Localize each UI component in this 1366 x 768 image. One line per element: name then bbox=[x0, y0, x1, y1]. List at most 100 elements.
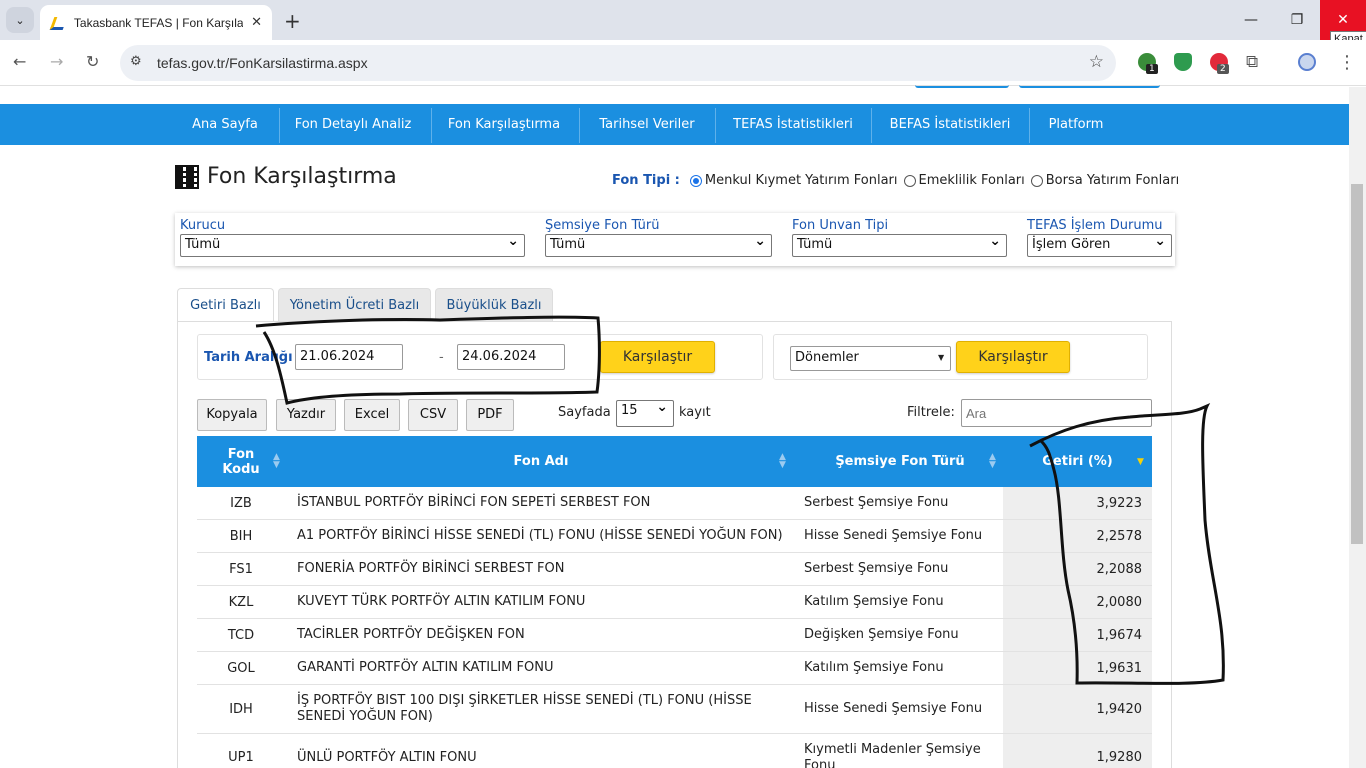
tab-buyukluk-bazli[interactable]: Büyüklük Bazlı bbox=[435, 288, 553, 321]
radio-borsa[interactable]: Borsa Yatırım Fonları bbox=[1030, 173, 1179, 188]
fund-type: Katılım Şemsiye Fonu bbox=[804, 594, 944, 609]
filter-islem-durumu: TEFAS İşlem Durumu İşlem Gören bbox=[1027, 218, 1172, 257]
period-select[interactable]: Dönemler bbox=[790, 346, 951, 371]
table-row[interactable]: IZB İSTANBUL PORTFÖY BİRİNCİ FON SEPETİ … bbox=[197, 487, 1152, 520]
sort-icon: ▲ ▼ bbox=[989, 452, 996, 470]
dropdown-arrow-icon: ▼ bbox=[938, 353, 945, 362]
shield-extension-icon[interactable] bbox=[1174, 53, 1192, 71]
browser-toolbar: ← → ↻ ⚙ tefas.gov.tr/FonKarsilastirma.as… bbox=[0, 40, 1366, 86]
date-separator: - bbox=[439, 350, 444, 365]
radio-emeklilik[interactable]: Emeklilik Fonları bbox=[903, 173, 1025, 188]
radio-unchecked-icon[interactable] bbox=[1030, 174, 1043, 187]
browser-menu-icon[interactable]: ⋮ bbox=[1338, 52, 1356, 73]
kurucu-select[interactable]: Tümü bbox=[180, 233, 525, 257]
excel-button[interactable]: Excel bbox=[344, 399, 400, 431]
fund-return: 2,2578 bbox=[1003, 520, 1152, 552]
page-scrollbar[interactable] bbox=[1349, 87, 1366, 768]
table-row[interactable]: FS1 FONERİA PORTFÖY BİRİNCİ SERBEST FON … bbox=[197, 553, 1152, 586]
fund-name[interactable]: ÜNLÜ PORTFÖY ALTIN FONU bbox=[297, 750, 797, 766]
table-row[interactable]: IDH İŞ PORTFÖY BIST 100 DIŞI ŞİRKETLER H… bbox=[197, 685, 1152, 734]
extensions-puzzle-icon[interactable]: ⧉ bbox=[1246, 52, 1258, 72]
nav-fon-detayli-analiz[interactable]: Fon Detaylı Analiz bbox=[280, 104, 426, 145]
per-page-select[interactable]: 15 bbox=[616, 399, 674, 427]
fund-name[interactable]: İŞ PORTFÖY BIST 100 DIŞI ŞİRKETLER HİSSE… bbox=[297, 693, 777, 725]
fon-tipi-label: Fon Tipi : bbox=[612, 173, 680, 188]
fund-name[interactable]: KUVEYT TÜRK PORTFÖY ALTIN KATILIM FONU bbox=[297, 594, 797, 610]
forward-arrow-icon[interactable]: → bbox=[50, 52, 63, 71]
sort-icon: ▲ ▼ bbox=[273, 452, 280, 470]
fund-return: 1,9631 bbox=[1003, 652, 1152, 684]
nav-platform[interactable]: Platform bbox=[1030, 104, 1122, 145]
radio-label: Menkul Kıymet Yatırım Fonları bbox=[704, 173, 898, 188]
table-row[interactable]: KZL KUVEYT TÜRK PORTFÖY ALTIN KATILIM FO… bbox=[197, 586, 1152, 619]
table-row[interactable]: TCD TACİRLER PORTFÖY DEĞİŞKEN FON Değişk… bbox=[197, 619, 1152, 652]
copy-button[interactable]: Kopyala bbox=[197, 399, 267, 431]
table-row[interactable]: UP1 ÜNLÜ PORTFÖY ALTIN FONU Kıymetli Mad… bbox=[197, 734, 1152, 768]
tab-yonetim-ucreti-bazli[interactable]: Yönetim Ücreti Bazlı bbox=[278, 288, 431, 321]
back-arrow-icon[interactable]: ← bbox=[13, 52, 26, 71]
fund-code: BIH bbox=[229, 529, 253, 544]
radio-checked-icon[interactable] bbox=[689, 174, 702, 187]
fund-type: Hisse Senedi Şemsiye Fonu bbox=[804, 701, 983, 716]
fund-name[interactable]: FONERİA PORTFÖY BİRİNCİ SERBEST FON bbox=[297, 561, 797, 577]
fund-name[interactable]: A1 PORTFÖY BİRİNCİ HİSSE SENEDİ (TL) FON… bbox=[297, 528, 797, 544]
islem-durumu-select[interactable]: İşlem Gören bbox=[1027, 233, 1172, 257]
col-getiri[interactable]: Getiri (%) ▼ bbox=[1003, 436, 1152, 487]
col-semsiye[interactable]: Şemsiye Fon Türü ▲ ▼ bbox=[797, 436, 1003, 487]
csv-button[interactable]: CSV bbox=[408, 399, 458, 431]
nav-befas-istatistikleri[interactable]: BEFAS İstatistikleri bbox=[872, 104, 1028, 145]
reload-icon[interactable]: ↻ bbox=[86, 52, 99, 71]
site-info-icon[interactable]: ⚙ bbox=[130, 54, 142, 69]
table-row[interactable]: GOL GARANTİ PORTFÖY ALTIN KATILIM FONU K… bbox=[197, 652, 1152, 685]
compare-button[interactable]: Karşılaştır bbox=[600, 341, 715, 373]
start-date-input[interactable]: 21.06.2024 bbox=[295, 344, 403, 370]
tab-getiri-bazli[interactable]: Getiri Bazlı bbox=[177, 288, 274, 322]
page-title: Fon Karşılaştırma bbox=[207, 164, 397, 189]
fund-name[interactable]: İSTANBUL PORTFÖY BİRİNCİ FON SEPETİ SERB… bbox=[297, 495, 797, 511]
scrollbar-thumb[interactable] bbox=[1351, 184, 1363, 544]
profile-avatar-icon[interactable] bbox=[1298, 53, 1316, 71]
radio-unchecked-icon[interactable] bbox=[903, 174, 916, 187]
browser-tab[interactable]: Takasbank TEFAS | Fon Karşılaştı ✕ bbox=[40, 5, 272, 40]
table-row[interactable]: BIH A1 PORTFÖY BİRİNCİ HİSSE SENEDİ (TL)… bbox=[197, 520, 1152, 553]
fund-code: KZL bbox=[228, 595, 254, 610]
sort-desc-icon: ▼ bbox=[1137, 457, 1144, 467]
filter-kurucu: Kurucu Tümü bbox=[180, 218, 525, 257]
end-date-input[interactable]: 24.06.2024 bbox=[457, 344, 565, 370]
filter-label: Fon Unvan Tipi bbox=[792, 218, 889, 233]
new-tab-plus-icon[interactable]: + bbox=[284, 9, 301, 33]
bookmark-star-icon[interactable]: ☆ bbox=[1089, 52, 1104, 72]
fund-code: TCD bbox=[227, 628, 255, 643]
tab-search-chevron-down-icon[interactable]: ⌄ bbox=[6, 7, 34, 33]
nav-tefas-istatistikleri[interactable]: TEFAS İstatistikleri bbox=[716, 104, 870, 145]
fund-name[interactable]: GARANTİ PORTFÖY ALTIN KATILIM FONU bbox=[297, 660, 797, 676]
filter-label: Şemsiye Fon Türü bbox=[545, 218, 660, 233]
print-button[interactable]: Yazdır bbox=[276, 399, 336, 431]
col-label: Şemsiye Fon Türü bbox=[835, 454, 965, 469]
nav-tarihsel-veriler[interactable]: Tarihsel Veriler bbox=[580, 104, 714, 145]
address-bar[interactable]: ⚙ tefas.gov.tr/FonKarsilastirma.aspx ☆ bbox=[120, 45, 1116, 81]
window-restore-icon[interactable]: ❐ bbox=[1274, 0, 1320, 40]
col-fon-adi[interactable]: Fon Adı ▲ ▼ bbox=[285, 436, 797, 487]
filter-label: Filtrele: bbox=[907, 405, 955, 420]
fund-name[interactable]: TACİRLER PORTFÖY DEĞİŞKEN FON bbox=[297, 627, 797, 643]
fund-return: 1,9674 bbox=[1003, 619, 1152, 651]
nav-fon-karsilastirma[interactable]: Fon Karşılaştırma bbox=[432, 104, 576, 145]
search-input[interactable] bbox=[961, 399, 1152, 427]
extension-badge: 1 bbox=[1146, 64, 1158, 74]
period-compare-button[interactable]: Karşılaştır bbox=[956, 341, 1070, 373]
radio-menkul[interactable]: Menkul Kıymet Yatırım Fonları bbox=[689, 173, 898, 188]
pdf-button[interactable]: PDF bbox=[466, 399, 514, 431]
per-page-suffix: kayıt bbox=[679, 405, 711, 420]
nav-ana-sayfa[interactable]: Ana Sayfa bbox=[180, 104, 270, 145]
fon-tipi-group: Fon Tipi : Menkul Kıymet Yatırım Fonları… bbox=[612, 173, 1185, 188]
semsiye-select[interactable]: Tümü bbox=[545, 233, 772, 257]
unvan-select[interactable]: Tümü bbox=[792, 233, 1007, 257]
filter-semsiye: Şemsiye Fon Türü Tümü bbox=[545, 218, 772, 257]
fund-type: Serbest Şemsiye Fonu bbox=[804, 561, 949, 576]
fund-code: UP1 bbox=[228, 750, 254, 765]
col-label: Fon Kodu bbox=[222, 446, 260, 477]
tab-close-icon[interactable]: ✕ bbox=[251, 15, 262, 30]
col-fon-kodu[interactable]: Fon Kodu ▲ ▼ bbox=[197, 436, 285, 487]
window-minimize-icon[interactable]: — bbox=[1228, 0, 1274, 40]
